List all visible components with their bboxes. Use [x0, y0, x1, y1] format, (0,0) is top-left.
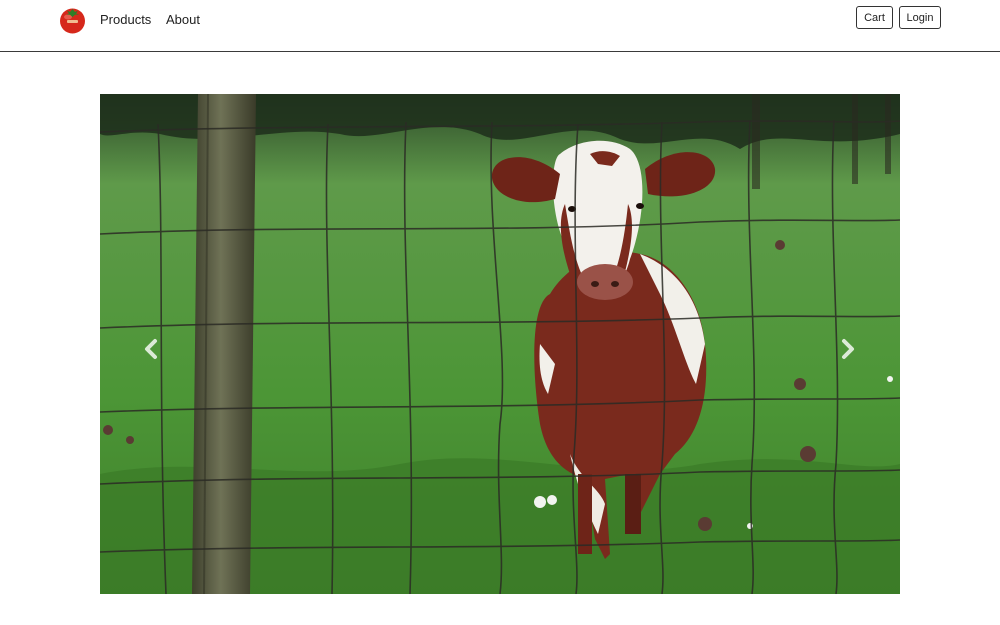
tomato-logo-icon[interactable] — [58, 5, 87, 34]
carousel-image — [100, 94, 900, 594]
image-carousel[interactable] — [100, 94, 900, 594]
nav-link-products[interactable]: Products — [100, 12, 151, 28]
chevron-left-icon[interactable] — [136, 334, 166, 364]
nav-link-about[interactable]: About — [166, 12, 200, 28]
top-navbar: Products About Cart Login — [0, 0, 1000, 52]
login-button[interactable]: Login — [899, 6, 941, 29]
cart-button[interactable]: Cart — [856, 6, 893, 29]
chevron-right-icon[interactable] — [833, 334, 863, 364]
